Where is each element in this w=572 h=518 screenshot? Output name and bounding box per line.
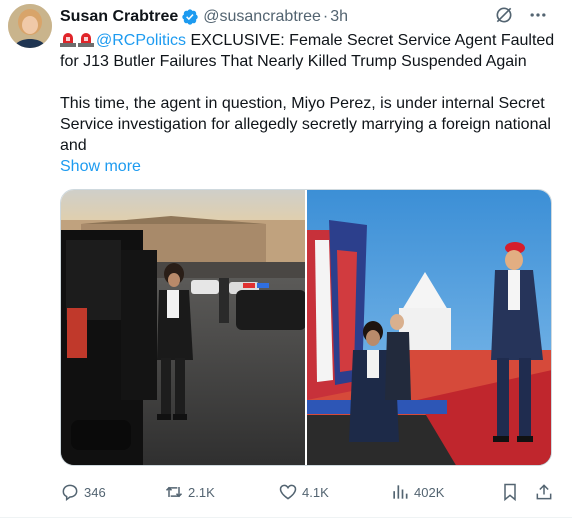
reply-count: 346	[84, 484, 106, 500]
bookmark-icon	[504, 483, 516, 502]
bookmark-button[interactable]	[500, 482, 524, 502]
mention-link[interactable]: @RCPolitics	[96, 32, 186, 49]
repost-button[interactable]: 2.1K	[164, 482, 215, 502]
share-icon	[536, 484, 552, 500]
rotating-light-emoji	[60, 33, 76, 47]
tweet[interactable]: Susan Crabtree @susancrabtree · 3h @RCPo…	[0, 0, 572, 518]
timestamp[interactable]: 3h	[330, 8, 348, 26]
author-handle[interactable]: @susancrabtree	[203, 8, 321, 26]
grok-icon[interactable]	[494, 5, 514, 25]
tweet-headline: @RCPolitics EXCLUSIVE: Female Secret Ser…	[60, 30, 560, 72]
tweet-top-actions	[494, 5, 548, 25]
views-chart-icon	[393, 485, 408, 499]
rotating-light-emoji	[78, 33, 94, 47]
media-grid	[60, 189, 552, 466]
photo-agent-at-suv[interactable]	[61, 190, 305, 465]
views-button[interactable]: 402K	[390, 482, 444, 502]
more-options-icon[interactable]	[528, 5, 548, 25]
repost-icon	[165, 486, 183, 498]
reply-button[interactable]: 346	[60, 482, 106, 502]
tweet-text: @RCPolitics EXCLUSIVE: Female Secret Ser…	[60, 30, 560, 156]
tweet-header: Susan Crabtree @susancrabtree · 3h	[60, 6, 348, 28]
author-name[interactable]: Susan Crabtree	[60, 8, 178, 26]
separator-dot: ·	[322, 8, 329, 25]
tweet-body: This time, the agent in question, Miyo P…	[60, 95, 551, 154]
show-more-link[interactable]: Show more	[60, 158, 141, 176]
avatar[interactable]	[8, 4, 52, 48]
like-button[interactable]: 4.1K	[278, 482, 329, 502]
verified-badge-icon	[182, 9, 198, 25]
heart-icon	[279, 484, 297, 500]
reply-icon	[62, 484, 78, 501]
like-count: 4.1K	[302, 484, 329, 500]
share-button[interactable]	[534, 482, 558, 502]
views-count: 402K	[414, 484, 445, 500]
engagement-bar: 346 2.1K 4.1K 402K	[60, 480, 552, 504]
repost-count: 2.1K	[188, 484, 215, 500]
photo-trump-at-rally[interactable]	[307, 190, 551, 465]
